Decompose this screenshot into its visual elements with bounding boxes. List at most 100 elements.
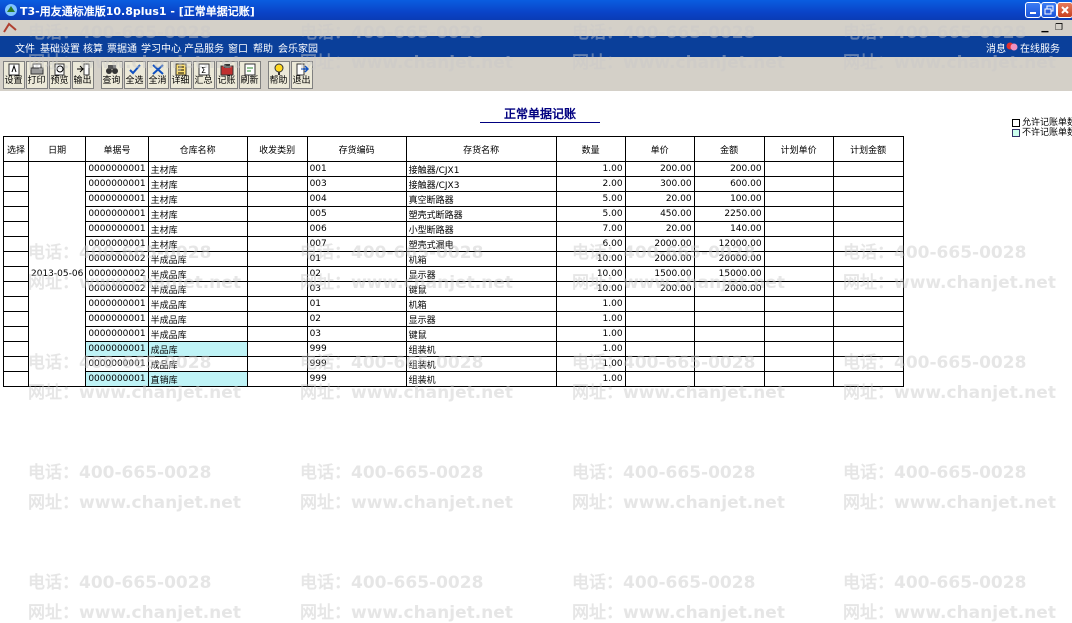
- amount-cell: 140.00: [693, 221, 765, 237]
- select-cell[interactable]: [3, 281, 29, 297]
- item-name-cell: 接触器/CJX1: [405, 161, 557, 177]
- restore-button[interactable]: [1041, 2, 1057, 18]
- select-all-button[interactable]: 全选: [124, 61, 146, 89]
- mdi-minimize-icon[interactable]: ▁: [1039, 22, 1051, 34]
- item-name-cell: 键鼠: [405, 281, 557, 297]
- menu-accounting[interactable]: 核算: [83, 40, 103, 55]
- item-name-cell: 组装机: [405, 341, 557, 357]
- export-button[interactable]: 输出: [72, 61, 94, 89]
- select-cell[interactable]: [3, 206, 29, 222]
- online-service-link[interactable]: 在线服务: [1020, 40, 1060, 55]
- doc-no-cell: 0000000001: [85, 206, 149, 222]
- summary-button[interactable]: Σ 汇总: [193, 61, 215, 89]
- menu-basic-settings[interactable]: 基础设置: [40, 40, 80, 55]
- table-row[interactable]: 0000000001 半成品库 02 显示器 1.00: [3, 311, 904, 327]
- select-cell[interactable]: [3, 356, 29, 372]
- header-unit-price[interactable]: 单价: [624, 136, 695, 162]
- menu-community[interactable]: 会乐家园: [278, 40, 318, 55]
- plan-amount-cell: [832, 176, 904, 192]
- table-row[interactable]: 2013-05-06 0000000001 主材库 001 接触器/CJX1 1.00 20…: [3, 161, 904, 387]
- minimize-button[interactable]: [1025, 2, 1041, 18]
- table-row[interactable]: 0000000002 半成品库 03 键鼠 10.00 200.00 2000.00: [3, 281, 904, 297]
- item-code-cell: 003: [306, 176, 407, 192]
- select-cell[interactable]: [3, 371, 29, 387]
- table-row[interactable]: 0000000001 成品库 999 组装机 1.00: [3, 356, 904, 372]
- unit-price-cell: [624, 296, 695, 312]
- menu-products[interactable]: 产品服务: [184, 40, 224, 55]
- setup-button[interactable]: 设置: [3, 61, 25, 89]
- table-row[interactable]: 0000000002 半成品库 02 显示器 10.00 1500.00 15000.00: [3, 266, 904, 282]
- item-code-cell: 007: [306, 236, 407, 252]
- post-button[interactable]: 记账: [216, 61, 238, 89]
- table-row[interactable]: 0000000001 成品库 999 组装机 1.00: [3, 341, 904, 357]
- header-date[interactable]: 日期: [27, 136, 87, 162]
- table-row[interactable]: 0000000001 主材库 007 塑壳式漏电 6.00 2000.00 12000.00: [3, 236, 904, 252]
- plan-amount-cell: [832, 326, 904, 342]
- table-row[interactable]: 0000000001 直销库 999 组装机 1.00: [3, 371, 904, 387]
- close-button[interactable]: [1057, 2, 1072, 18]
- select-cell[interactable]: [3, 236, 29, 252]
- plan-amount-cell: [832, 296, 904, 312]
- header-select[interactable]: 选择: [3, 136, 29, 162]
- select-cell[interactable]: [3, 161, 29, 177]
- header-category[interactable]: 收发类别: [246, 136, 308, 162]
- detail-button[interactable]: 详细: [170, 61, 192, 89]
- select-cell[interactable]: [3, 296, 29, 312]
- disallow-checkbox[interactable]: [1012, 128, 1020, 137]
- table-row[interactable]: 0000000001 主材库 006 小型断路器 7.00 20.00 140.00: [3, 221, 904, 237]
- menu-learning[interactable]: 学习中心: [141, 40, 181, 55]
- messages-link[interactable]: 消息: [986, 40, 1006, 55]
- warehouse-cell: 半成品库: [147, 326, 248, 342]
- mdi-restore-icon[interactable]: ❐: [1053, 22, 1065, 34]
- quantity-cell: 2.00: [555, 176, 626, 192]
- table-row[interactable]: 0000000001 半成品库 01 机箱 1.00: [3, 296, 904, 312]
- select-cell[interactable]: [3, 251, 29, 267]
- amount-cell: [693, 371, 765, 387]
- preview-button[interactable]: 预览: [49, 61, 71, 89]
- table-row[interactable]: 0000000001 主材库 004 真空断路器 5.00 20.00 100.00: [3, 191, 904, 207]
- print-button[interactable]: 打印: [26, 61, 48, 89]
- select-cell[interactable]: [3, 221, 29, 237]
- table-row[interactable]: 0000000001 主材库 005 塑壳式断路器 5.00 450.00 2250.00: [3, 206, 904, 222]
- select-cell[interactable]: [3, 176, 29, 192]
- select-cell[interactable]: [3, 266, 29, 282]
- header-plan-amount[interactable]: 计划金额: [832, 136, 904, 162]
- query-button[interactable]: 查询: [101, 61, 123, 89]
- plan-price-cell: [763, 236, 834, 252]
- header-doc-no[interactable]: 单据号: [85, 136, 149, 162]
- plan-amount-cell: [832, 341, 904, 357]
- warehouse-cell: 主材库: [147, 206, 248, 222]
- table-row[interactable]: 0000000001 半成品库 03 键鼠 1.00: [3, 326, 904, 342]
- category-cell: [246, 311, 308, 327]
- select-cell[interactable]: [3, 341, 29, 357]
- header-warehouse[interactable]: 仓库名称: [147, 136, 248, 162]
- header-item-code[interactable]: 存货编码: [306, 136, 407, 162]
- plan-amount-cell: [832, 356, 904, 372]
- select-cell[interactable]: [3, 326, 29, 342]
- table-row[interactable]: 0000000001 主材库 003 接触器/CJX3 2.00 300.00 600.00: [3, 176, 904, 192]
- export-icon: [77, 63, 90, 76]
- plan-price-cell: [763, 176, 834, 192]
- category-cell: [246, 161, 308, 177]
- deselect-all-button[interactable]: 全消: [147, 61, 169, 89]
- select-cell[interactable]: [3, 191, 29, 207]
- menu-file[interactable]: 文件: [15, 40, 35, 55]
- warehouse-cell: 主材库: [147, 161, 248, 177]
- disallow-posting-option[interactable]: 不许记账单数: [1012, 125, 1072, 138]
- header-item-name[interactable]: 存货名称: [405, 136, 557, 162]
- table-row[interactable]: 0000000002 半成品库 01 机箱 10.00 2000.00 20000.00: [3, 251, 904, 267]
- refresh-button[interactable]: 刷新: [239, 61, 261, 89]
- item-code-cell: 001: [306, 161, 407, 177]
- header-plan-price[interactable]: 计划单价: [763, 136, 834, 162]
- menu-invoice[interactable]: 票据通: [107, 40, 137, 55]
- menu-help[interactable]: 帮助: [253, 40, 273, 55]
- item-name-cell: 键鼠: [405, 326, 557, 342]
- select-cell[interactable]: [3, 311, 29, 327]
- service-icon: [1006, 42, 1018, 51]
- help-button[interactable]: 帮助: [268, 61, 290, 89]
- header-quantity[interactable]: 数量: [555, 136, 626, 162]
- header-amount[interactable]: 金额: [693, 136, 765, 162]
- exit-button[interactable]: 退出: [291, 61, 313, 89]
- category-cell: [246, 206, 308, 222]
- menu-window[interactable]: 窗口: [228, 40, 248, 55]
